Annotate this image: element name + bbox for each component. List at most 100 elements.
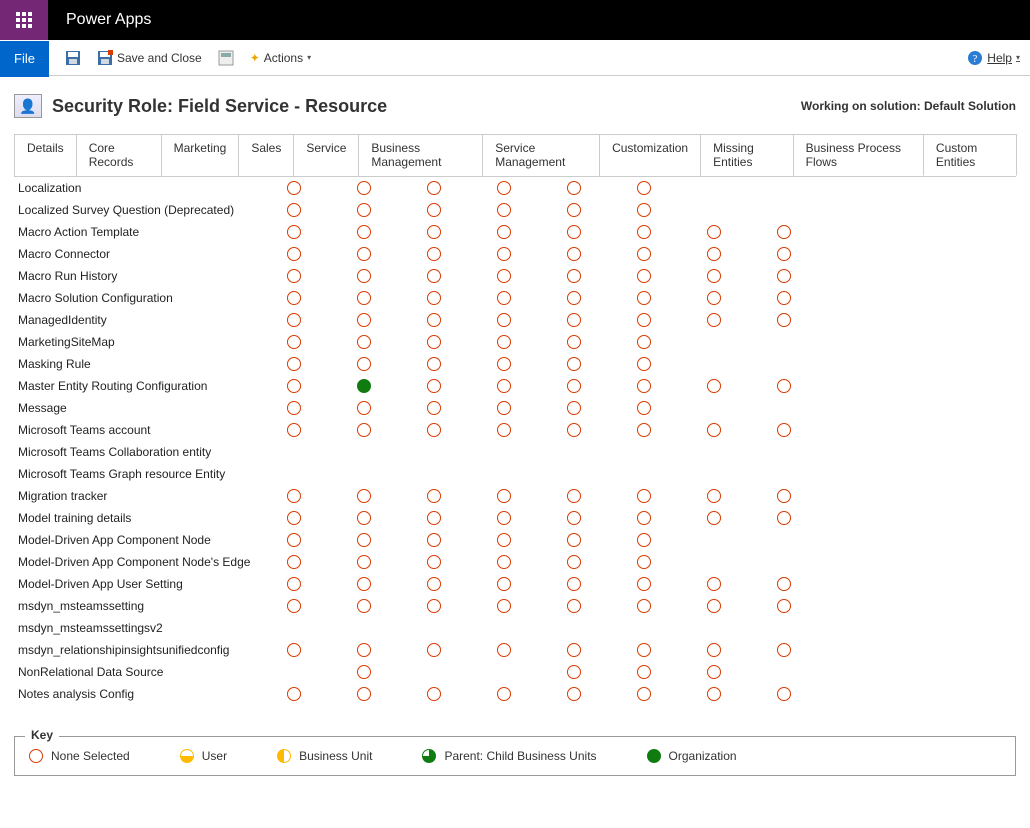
privilege-toggle[interactable] [609,555,679,570]
privilege-toggle[interactable] [749,423,819,438]
privilege-toggle[interactable] [259,335,329,350]
privilege-toggle[interactable] [749,247,819,262]
privilege-toggle[interactable] [329,225,399,240]
privilege-toggle[interactable] [329,313,399,328]
privilege-toggle[interactable] [749,379,819,394]
privilege-toggle[interactable] [679,247,749,262]
privilege-toggle[interactable] [609,599,679,614]
privilege-toggle[interactable] [399,533,469,548]
privilege-toggle[interactable] [469,401,539,416]
tab-sales[interactable]: Sales [238,134,294,176]
privilege-toggle[interactable] [399,379,469,394]
privilege-toggle[interactable] [329,555,399,570]
privilege-toggle[interactable] [329,665,399,680]
privilege-toggle[interactable] [259,247,329,262]
privilege-toggle[interactable] [329,379,399,394]
tab-customization[interactable]: Customization [599,134,701,176]
privilege-toggle[interactable] [469,335,539,350]
privilege-toggle[interactable] [329,335,399,350]
privilege-toggle[interactable] [539,401,609,416]
privilege-toggle[interactable] [469,599,539,614]
privilege-toggle[interactable] [329,181,399,196]
privilege-toggle[interactable] [539,335,609,350]
privilege-toggle[interactable] [679,269,749,284]
privilege-toggle[interactable] [259,577,329,592]
privilege-toggle[interactable] [399,269,469,284]
privilege-toggle[interactable] [679,577,749,592]
privilege-toggle[interactable] [539,247,609,262]
privilege-toggle[interactable] [329,423,399,438]
privilege-toggle[interactable] [469,291,539,306]
tab-missing-entities[interactable]: Missing Entities [700,134,794,176]
privilege-toggle[interactable] [749,291,819,306]
privilege-toggle[interactable] [399,577,469,592]
privilege-toggle[interactable] [539,379,609,394]
privilege-toggle[interactable] [469,247,539,262]
help-button[interactable]: ? Help ▾ [967,50,1020,66]
privilege-toggle[interactable] [609,489,679,504]
privilege-toggle[interactable] [469,203,539,218]
privilege-toggle[interactable] [469,225,539,240]
save-and-close-button[interactable]: Save and Close [89,40,210,76]
privilege-toggle[interactable] [539,577,609,592]
privilege-toggle[interactable] [259,643,329,658]
privilege-toggle[interactable] [679,643,749,658]
privilege-toggle[interactable] [609,379,679,394]
privilege-toggle[interactable] [259,401,329,416]
privilege-toggle[interactable] [609,335,679,350]
privilege-toggle[interactable] [679,313,749,328]
privilege-toggle[interactable] [609,511,679,526]
tab-core-records[interactable]: Core Records [76,134,162,176]
privilege-toggle[interactable] [329,511,399,526]
privilege-toggle[interactable] [679,291,749,306]
privilege-toggle[interactable] [329,357,399,372]
privilege-toggle[interactable] [399,335,469,350]
privilege-toggle[interactable] [399,313,469,328]
privilege-toggle[interactable] [329,247,399,262]
privilege-toggle[interactable] [609,247,679,262]
privilege-toggle[interactable] [469,643,539,658]
privilege-toggle[interactable] [539,555,609,570]
privilege-toggle[interactable] [539,357,609,372]
privilege-toggle[interactable] [399,291,469,306]
privilege-toggle[interactable] [469,313,539,328]
privilege-toggle[interactable] [679,225,749,240]
tab-business-management[interactable]: Business Management [358,134,483,176]
privilege-toggle[interactable] [329,533,399,548]
privilege-toggle[interactable] [469,489,539,504]
privilege-toggle[interactable] [469,511,539,526]
privilege-toggle[interactable] [259,203,329,218]
privilege-toggle[interactable] [609,643,679,658]
privilege-toggle[interactable] [259,225,329,240]
tab-marketing[interactable]: Marketing [161,134,240,176]
privilege-toggle[interactable] [679,665,749,680]
privilege-toggle[interactable] [469,357,539,372]
privilege-toggle[interactable] [259,269,329,284]
privilege-toggle[interactable] [749,489,819,504]
privilege-toggle[interactable] [539,423,609,438]
privilege-toggle[interactable] [469,423,539,438]
privilege-toggle[interactable] [609,533,679,548]
privilege-toggle[interactable] [539,313,609,328]
privilege-toggle[interactable] [609,291,679,306]
privilege-toggle[interactable] [329,291,399,306]
privilege-toggle[interactable] [399,225,469,240]
privilege-toggle[interactable] [259,533,329,548]
privilege-toggle[interactable] [609,225,679,240]
privilege-toggle[interactable] [329,203,399,218]
privilege-toggle[interactable] [609,423,679,438]
privilege-toggle[interactable] [399,203,469,218]
privilege-toggle[interactable] [539,181,609,196]
privilege-toggle[interactable] [609,313,679,328]
privilege-toggle[interactable] [259,357,329,372]
privilege-toggle[interactable] [329,401,399,416]
privilege-toggle[interactable] [259,599,329,614]
privilege-toggle[interactable] [399,489,469,504]
privilege-toggle[interactable] [399,423,469,438]
privilege-toggle[interactable] [539,665,609,680]
privilege-toggle[interactable] [539,599,609,614]
privilege-toggle[interactable] [539,489,609,504]
app-launcher-button[interactable] [0,0,48,40]
privilege-toggle[interactable] [679,489,749,504]
privilege-toggle[interactable] [679,423,749,438]
